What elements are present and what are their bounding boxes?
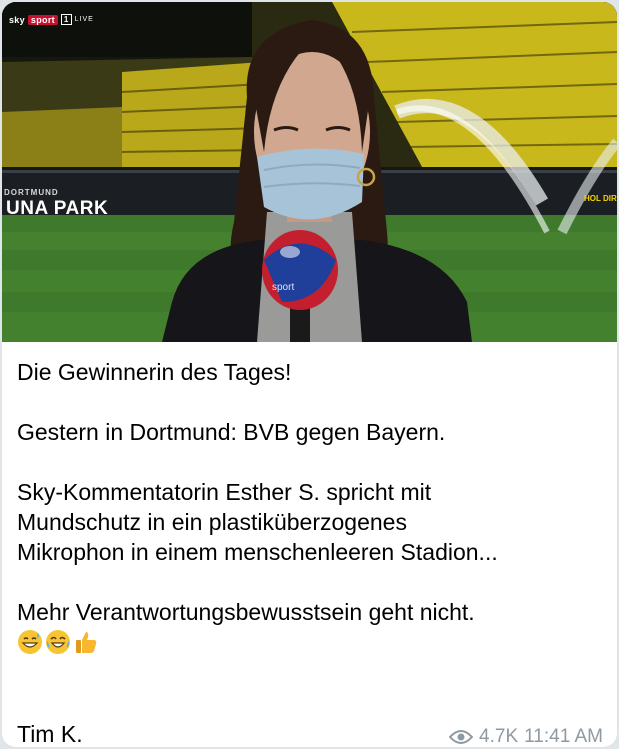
message-title: Die Gewinnerin des Tages! — [17, 359, 292, 385]
eye-icon — [449, 730, 474, 744]
message-line: Sky-Kommentatorin Esther S. spricht mit — [17, 479, 432, 505]
svg-text:sport: sport — [272, 282, 294, 293]
ad-board-big-text: UNA PARK — [6, 198, 109, 219]
message-meta: 4.7K 11:41 AM — [449, 726, 603, 747]
broadcast-live: LIVE — [74, 16, 94, 23]
stadium-interview-image: sport — [2, 2, 617, 342]
message-signature: Tim K. — [17, 721, 83, 747]
broadcast-number: 1 — [60, 14, 72, 25]
broadcast-channel: sport — [27, 14, 58, 25]
ad-board-right-text: HOL DIR — [584, 194, 617, 203]
view-count: 4.7K — [479, 726, 519, 747]
ad-board-small-text: DORTMUND — [4, 188, 59, 197]
message-time: 11:41 AM — [524, 726, 603, 747]
emoji-row — [17, 627, 609, 657]
message-text: Die Gewinnerin des Tages! Gestern in Dor… — [17, 357, 609, 657]
message-line: Gestern in Dortmund: BVB gegen Bayern. — [17, 419, 446, 445]
broadcast-brand: sky — [9, 14, 25, 25]
message-photo[interactable]: sport sky sport 1 LIVE DORTMUND UNA PARK… — [2, 2, 617, 342]
message-line: Mehr Verantwortungsbewusstsein geht nich… — [17, 599, 475, 625]
broadcast-logo: sky sport 1 LIVE — [9, 14, 94, 25]
message-line: Mikrophon in einem menschenleeren Stadio… — [17, 539, 498, 565]
message-line: Mundschutz in ein plastiküberzogenes — [17, 509, 407, 535]
message-bubble: sport sky sport 1 LIVE DORTMUND UNA PARK… — [2, 2, 617, 747]
grinning-face-with-sweat-icon — [18, 630, 42, 654]
thumbs-up-icon — [76, 632, 97, 653]
tears-of-joy-icon — [46, 630, 70, 654]
